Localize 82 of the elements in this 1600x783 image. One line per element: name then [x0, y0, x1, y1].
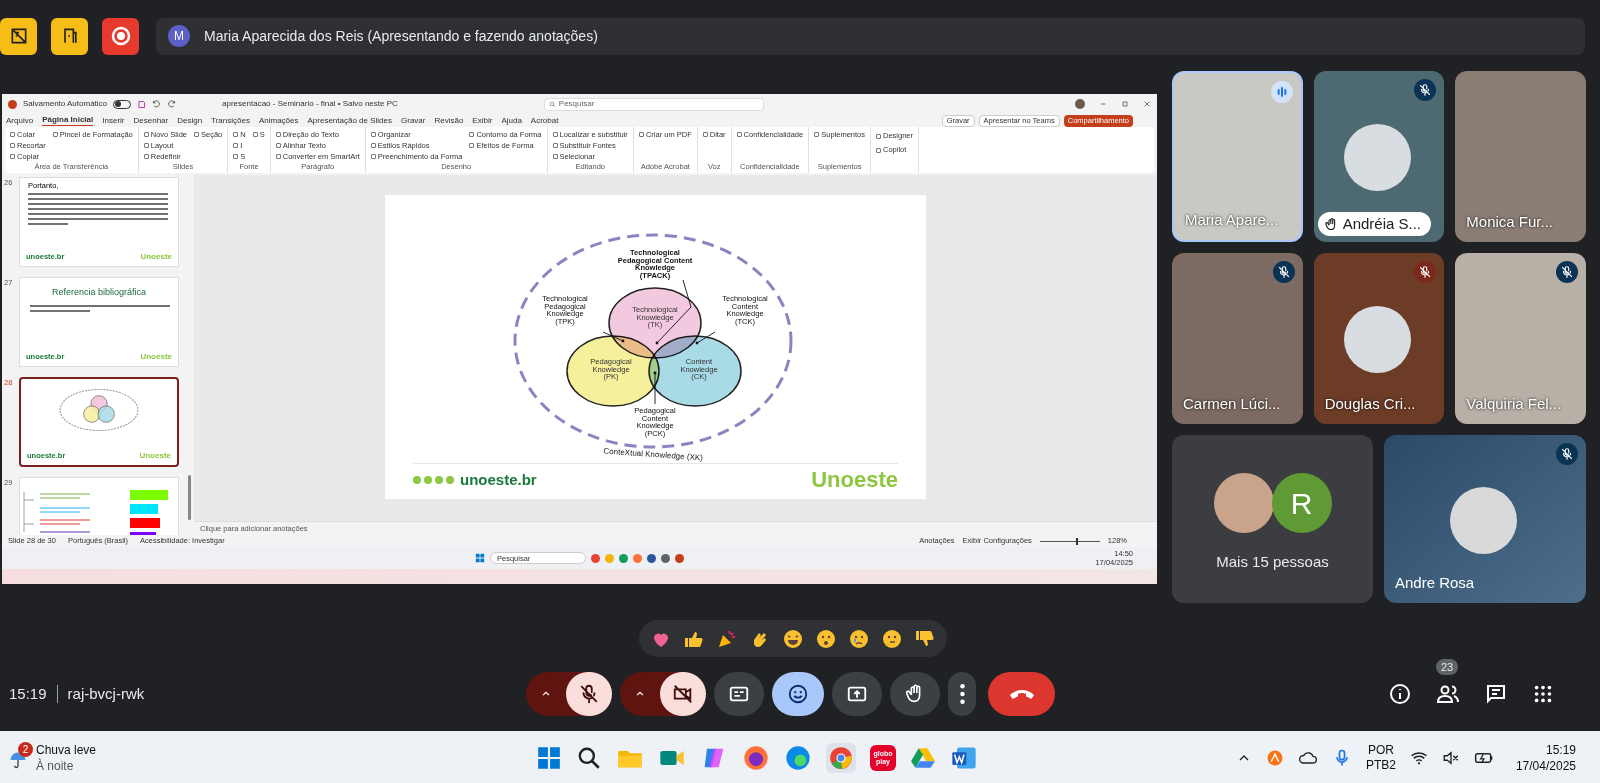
ribbon-tab[interactable]: Design — [177, 115, 203, 126]
zoom-slider[interactable] — [1039, 537, 1100, 545]
participant-name: Andréia S... — [1342, 213, 1422, 234]
ribbon-tab[interactable]: Desenhar — [133, 115, 169, 126]
reactions-button[interactable] — [772, 672, 824, 716]
context-label: ConteXtual Knowledge (XK) — [603, 446, 704, 463]
avatar-initial: R — [1271, 473, 1332, 533]
ribbon-tab[interactable]: Inserir — [102, 115, 125, 126]
participant-name: Monica Fur... — [1466, 211, 1554, 232]
leader-line — [653, 371, 657, 405]
more-options-button[interactable] — [948, 672, 976, 716]
meeting-time: 15:19 — [9, 683, 47, 704]
search-field[interactable]: Pesquisar — [543, 97, 764, 111]
participant-name: Andre Rosa — [1395, 572, 1475, 593]
windows-start-icon[interactable] — [536, 744, 562, 771]
raise-hand-button[interactable] — [890, 672, 940, 716]
redo-icon[interactable] — [167, 99, 177, 109]
slide-brand: Unoeste — [139, 450, 171, 462]
slide-brand: Unoeste — [811, 468, 898, 492]
info-icon[interactable] — [1388, 682, 1412, 706]
camera-button[interactable] — [660, 672, 706, 716]
ribbon-tab[interactable]: Página Inicial — [42, 115, 94, 126]
participant-name: Carmen Lúci... — [1183, 393, 1281, 414]
ribbon-tab[interactable]: Animações — [258, 115, 299, 126]
apps-grid-icon[interactable] — [1532, 683, 1554, 705]
ribbon-tab[interactable]: Acrobat — [530, 115, 559, 126]
clock-time[interactable]: 15:19 — [1545, 741, 1576, 758]
save-icon[interactable] — [137, 99, 147, 109]
chat-icon[interactable] — [1484, 682, 1508, 706]
weather-subtitle: À noite — [36, 757, 75, 774]
annotation-toggle-button[interactable] — [0, 17, 37, 55]
slide-brand: Unoeste — [140, 351, 172, 363]
leave-call-button[interactable] — [988, 672, 1055, 716]
participant-name: Maria Apare... — [1185, 209, 1279, 230]
slide-footer-url: unoeste.br — [460, 469, 537, 490]
presenter-label: Maria Aparecida dos Reis (Apresentando e fazendo anotações) — [204, 26, 598, 46]
meeting-code: raj-bvcj-rwk — [67, 683, 145, 704]
round-browser-icon[interactable] — [826, 742, 856, 773]
camera-off-icon — [672, 683, 694, 705]
tray-app-icon[interactable] — [1265, 748, 1284, 767]
keyboard-layout[interactable]: PTB2 — [1365, 757, 1396, 773]
phone-hangup-icon — [1009, 689, 1034, 699]
microphone-button[interactable] — [566, 672, 612, 716]
more-icon — [959, 684, 965, 704]
undo-icon[interactable] — [152, 99, 162, 109]
ribbon-tab[interactable]: Revisão — [434, 115, 464, 126]
presenter-avatar: M — [168, 25, 190, 47]
search-icon — [548, 100, 556, 108]
input-language[interactable]: POR — [1367, 742, 1394, 758]
more-participants-tile[interactable]: R Mais 15 pessoas — [1172, 435, 1373, 603]
leader-line — [695, 331, 716, 345]
participant-count-badge: 23 — [1436, 659, 1459, 675]
smiley-icon — [787, 683, 809, 705]
user-avatar — [1075, 99, 1085, 109]
notification-badge: 2 — [18, 741, 33, 757]
microphone-off-icon — [578, 683, 600, 705]
present-screen-button[interactable] — [832, 672, 882, 716]
ribbon-tab[interactable]: Apresentação de Slides — [307, 115, 392, 126]
leader-line — [602, 331, 625, 343]
restore-icon[interactable] — [1121, 100, 1129, 108]
slide-title: Referencia bibliográfica — [50, 286, 148, 299]
windows-start-icon[interactable] — [475, 553, 485, 563]
more-participants-label: Mais 15 pessoas — [1216, 552, 1329, 572]
exit-button[interactable] — [51, 17, 88, 55]
ribbon-tab[interactable]: Exibir — [472, 115, 493, 126]
autosave-label: Salvamento Automático — [23, 98, 108, 110]
ribbon-tab[interactable]: Arquivo — [6, 115, 34, 126]
ribbon-tab[interactable]: Ajuda — [501, 115, 522, 126]
participant-name: Douglas Cri... — [1324, 393, 1416, 414]
app-logo-icon — [8, 99, 17, 109]
close-icon[interactable] — [1143, 100, 1151, 108]
slide-brand: Unoeste — [140, 251, 172, 263]
scrollbar-thumb[interactable] — [188, 475, 191, 520]
participant-name: Valquiria Fel... — [1466, 393, 1562, 414]
speaker-muted-icon[interactable] — [1441, 748, 1460, 767]
record-button[interactable] — [102, 17, 139, 55]
clock-date[interactable]: 17/04/2025 — [1515, 757, 1576, 774]
ribbon-tab[interactable]: Gravar — [401, 115, 426, 126]
document-title: apresentacao - Seminario - final • Salvo neste PC — [222, 98, 398, 110]
captions-button[interactable] — [714, 672, 764, 716]
ribbon-tab[interactable]: Transições — [211, 115, 250, 126]
weather-label: Chuva leve — [36, 741, 97, 758]
